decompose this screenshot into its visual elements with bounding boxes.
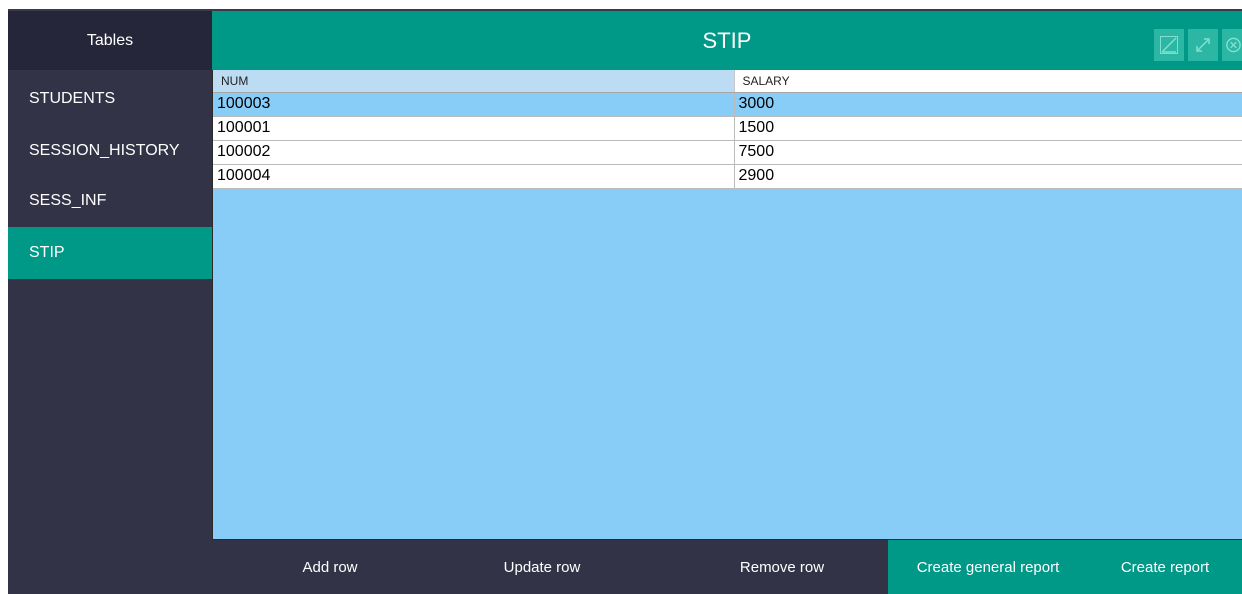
cell-salary[interactable]: 2900 — [734, 164, 1242, 189]
sidebar-item-students[interactable]: STUDENTS — [8, 73, 212, 125]
column-header-salary[interactable]: SALARY — [734, 70, 1242, 93]
minimize-button[interactable] — [1154, 29, 1184, 61]
action-bar: Add row Update row Remove row Create gen… — [212, 540, 1242, 594]
update-row-button[interactable]: Update row — [472, 540, 612, 594]
cell-num[interactable]: 100001 — [213, 116, 735, 141]
window-controls — [1154, 29, 1242, 61]
remove-row-button[interactable]: Remove row — [712, 540, 852, 594]
maximize-icon — [1196, 38, 1210, 52]
sidebar-item-session-history[interactable]: SESSION_HISTORY — [8, 125, 212, 177]
maximize-button[interactable] — [1188, 29, 1218, 61]
sidebar-item-label: SESSION_HISTORY — [29, 142, 180, 159]
table-title-bar: STIP — [212, 11, 1242, 70]
create-general-report-button[interactable]: Create general report — [888, 540, 1088, 594]
sidebar-header: Tables — [8, 11, 212, 70]
column-header-num[interactable]: NUM — [213, 70, 735, 93]
sidebar-item-stip[interactable]: STIP — [8, 227, 212, 279]
close-icon — [1226, 37, 1241, 53]
cell-salary[interactable]: 3000 — [734, 92, 1242, 117]
create-report-button[interactable]: Create report — [1088, 540, 1242, 594]
cell-num[interactable]: 100003 — [213, 92, 735, 117]
sidebar-item-sess-inf[interactable]: SESS_INF — [8, 175, 212, 227]
page-title: STIP — [702, 27, 752, 53]
sidebar-item-label: STUDENTS — [29, 90, 116, 107]
minimize-icon — [1160, 36, 1178, 54]
sidebar-item-label: STIP — [29, 244, 65, 261]
data-table: NUM SALARY 100003 3000 100001 1500 10000… — [213, 70, 1242, 189]
sidebar-item-label: SESS_INF — [29, 192, 107, 209]
cell-salary[interactable]: 7500 — [734, 140, 1242, 165]
table-row[interactable]: 100002 7500 — [213, 140, 1242, 165]
close-button[interactable] — [1222, 29, 1242, 61]
table-row[interactable]: 100004 2900 — [213, 164, 1242, 189]
app-window: Tables STUDENTS SESSION_HISTORY SESS_INF… — [8, 11, 1242, 594]
cell-salary[interactable]: 1500 — [734, 116, 1242, 141]
table-row[interactable]: 100001 1500 — [213, 116, 1242, 141]
table-header-row: NUM SALARY — [213, 70, 1242, 93]
cell-num[interactable]: 100002 — [213, 140, 735, 165]
cell-num[interactable]: 100004 — [213, 164, 735, 189]
data-grid[interactable]: NUM SALARY 100003 3000 100001 1500 10000… — [212, 70, 1242, 540]
sidebar: Tables STUDENTS SESSION_HISTORY SESS_INF… — [8, 11, 212, 594]
add-row-button[interactable]: Add row — [260, 540, 400, 594]
table-row[interactable]: 100003 3000 — [213, 92, 1242, 117]
